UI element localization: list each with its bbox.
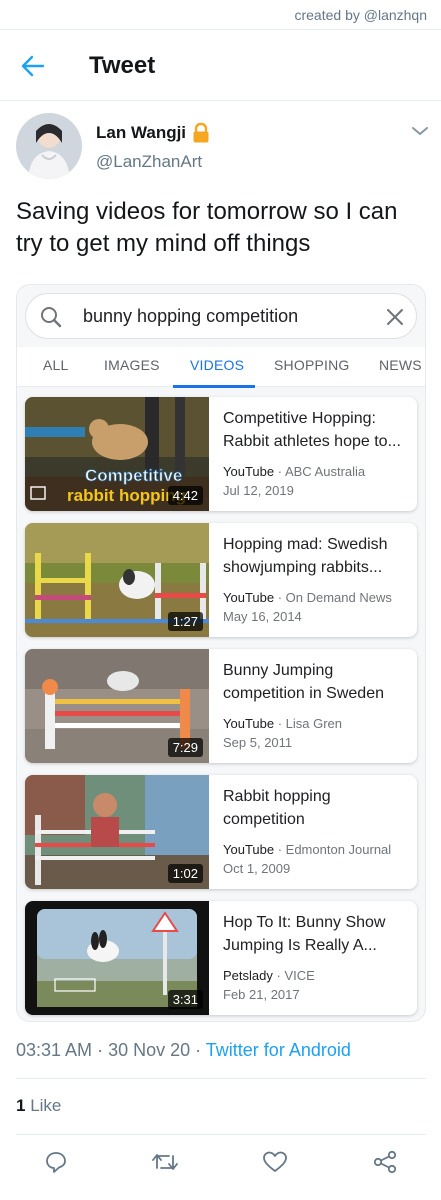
video-source: YouTube · Edmonton Journal	[223, 842, 392, 857]
retweet-icon	[152, 1154, 178, 1170]
tweet-date: 30 Nov 20	[108, 1040, 191, 1060]
avatar[interactable]	[16, 113, 82, 179]
author-handle[interactable]: @LanZhanArt	[96, 152, 202, 172]
tab-shopping[interactable]: SHOPPING	[274, 357, 350, 373]
tweet-text: Saving videos for tomorrow so I can try …	[16, 198, 398, 257]
video-thumbnail[interactable]: 3:31	[25, 901, 209, 1015]
video-duration: 3:31	[167, 990, 203, 1009]
tab-news[interactable]: NEWS	[379, 357, 422, 373]
likes-count[interactable]: 1 Like	[16, 1096, 61, 1116]
page-title: Tweet	[89, 52, 156, 79]
video-source: YouTube · Lisa Gren	[223, 716, 343, 731]
search-box[interactable]: bunny hopping competition	[25, 293, 417, 339]
video-duration: 7:29	[167, 738, 203, 757]
video-duration: 4:42	[167, 486, 203, 505]
video-thumbnail[interactable]: Competitive rabbit hopping 4:42	[25, 397, 209, 511]
app-header: Tweet	[0, 31, 441, 101]
credit-bar: created by @lanzhqn	[0, 0, 441, 30]
retweet-button[interactable]	[150, 1148, 180, 1176]
tweet-timestamp: 03:31 AM · 30 Nov 20 · Twitter for Andro…	[16, 1040, 351, 1060]
tweet-time: 03:31 AM	[16, 1040, 93, 1060]
video-duration: 1:02	[167, 864, 203, 883]
video-title[interactable]: Rabbit hopping competition	[223, 785, 407, 831]
divider	[16, 1078, 426, 1079]
like-button[interactable]	[260, 1148, 290, 1176]
credit-text: created by @lanzhqn	[294, 7, 427, 23]
attached-image[interactable]: bunny hopping competition ALL IMAGES VID…	[16, 284, 426, 1022]
author-display-name[interactable]: Lan Wangji	[96, 123, 186, 143]
video-result[interactable]: 1:27 Hopping mad: Swedish showjumping ra…	[25, 523, 417, 637]
video-date: May 16, 2014	[223, 609, 302, 624]
tweet-menu-button[interactable]	[410, 124, 430, 138]
thumbnail-overlay-line1: Competitive	[85, 466, 182, 485]
close-icon[interactable]	[386, 308, 404, 326]
tab-all[interactable]: ALL	[43, 357, 69, 373]
tweet-client-link[interactable]: Twitter for Android	[206, 1040, 351, 1060]
video-duration: 1:27	[167, 612, 203, 631]
video-source: YouTube · ABC Australia	[223, 464, 366, 479]
video-source: Petslady · VICE	[223, 968, 315, 983]
video-date: Sep 5, 2011	[223, 735, 293, 750]
reply-button[interactable]	[41, 1148, 71, 1176]
video-date: Oct 1, 2009	[223, 861, 291, 876]
video-title[interactable]: Hopping mad: Swedish showjumping rabbits…	[223, 533, 407, 579]
video-result[interactable]: 1:02 Rabbit hopping competition YouTube …	[25, 775, 417, 889]
reply-icon	[46, 1152, 66, 1173]
share-icon	[373, 1150, 397, 1174]
video-result[interactable]: Competitive rabbit hopping 4:42 Competit…	[25, 397, 417, 511]
video-result[interactable]: 3:31 Hop To It: Bunny Show Jumping Is Re…	[25, 901, 417, 1015]
back-button[interactable]	[18, 52, 48, 80]
chevron-down-icon	[412, 127, 428, 135]
active-tab-indicator	[173, 385, 255, 388]
share-button[interactable]	[370, 1148, 400, 1176]
search-icon	[41, 307, 62, 328]
arrow-left-icon	[21, 55, 45, 77]
lock-icon	[192, 122, 210, 144]
video-thumbnail[interactable]: 1:27	[25, 523, 209, 637]
search-tabs: ALL IMAGES VIDEOS SHOPPING NEWS	[17, 347, 425, 388]
search-query[interactable]: bunny hopping competition	[83, 306, 298, 327]
tab-videos[interactable]: VIDEOS	[190, 357, 244, 373]
video-thumbnail[interactable]: 7:29	[25, 649, 209, 763]
divider	[16, 1134, 426, 1135]
video-title[interactable]: Hop To It: Bunny Show Jumping Is Really …	[223, 911, 407, 957]
video-thumbnail[interactable]: 1:02	[25, 775, 209, 889]
video-date: Feb 21, 2017	[223, 987, 300, 1002]
video-result[interactable]: 7:29 Bunny Jumping competition in Sweden…	[25, 649, 417, 763]
tab-images[interactable]: IMAGES	[104, 357, 160, 373]
like-icon	[263, 1151, 287, 1172]
video-title[interactable]: Bunny Jumping competition in Sweden	[223, 659, 407, 705]
video-date: Jul 12, 2019	[223, 483, 294, 498]
video-source: YouTube · On Demand News	[223, 590, 392, 605]
video-title[interactable]: Competitive Hopping: Rabbit athletes hop…	[223, 407, 407, 453]
